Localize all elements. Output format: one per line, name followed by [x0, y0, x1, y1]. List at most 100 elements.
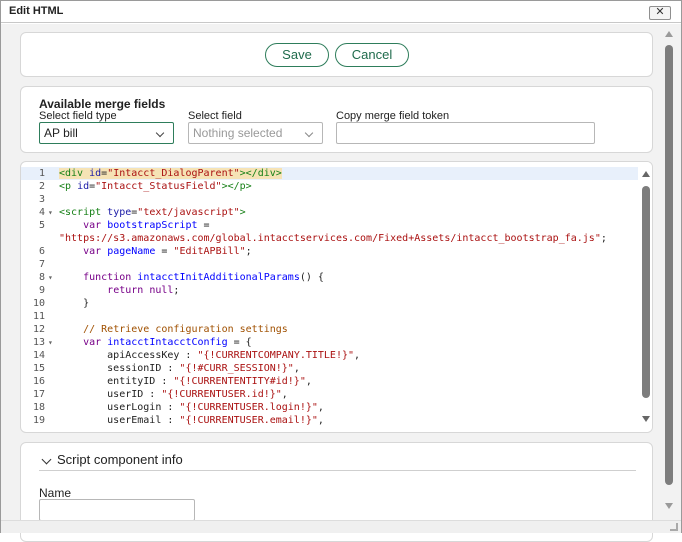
merge-fields-heading: Available merge fields	[39, 97, 166, 111]
code-token: userID :	[59, 389, 162, 400]
code-text: <div id="Intacct_DialogParent"></div>	[59, 167, 282, 180]
line-number: 7	[38, 259, 45, 270]
line-number: 17	[32, 389, 45, 400]
dialog-scrollbar[interactable]	[662, 25, 676, 518]
fold-toggle-icon[interactable]: ▾	[48, 271, 53, 284]
line-number: 12	[32, 324, 45, 335]
code-line[interactable]: 10 }	[21, 297, 638, 310]
code-text: sessionID : "{!#CURR_SESSION!}",	[59, 362, 300, 375]
merge-token-field[interactable]	[336, 122, 595, 144]
chevron-down-icon[interactable]	[41, 454, 52, 465]
token-label: Copy merge field token	[336, 110, 450, 122]
scroll-up-icon[interactable]	[665, 31, 673, 37]
code-editor-card: 1 <div id="Intacct_DialogParent"></div> 2 <…	[20, 161, 653, 433]
dialog-titlebar: Edit HTML ✕	[1, 1, 681, 23]
code-token: id	[89, 168, 102, 179]
save-button[interactable]: Save	[265, 43, 329, 67]
close-button[interactable]: ✕	[649, 6, 671, 20]
code-text: userLogin : "{!CURRENTUSER.login!}",	[59, 401, 324, 414]
code-token: var	[83, 337, 102, 348]
code-line[interactable]: 1 <div id="Intacct_DialogParent"></div>	[21, 167, 638, 180]
code-token: "text/javascript"	[137, 207, 240, 218]
line-number: 11	[32, 311, 45, 322]
code-token: "{!CURRENTCOMPANY.TITLE!}"	[197, 350, 355, 361]
code-token: null	[149, 285, 174, 296]
code-token: ,	[305, 376, 312, 387]
code-token: }	[59, 298, 90, 309]
select-field-value: Nothing selected	[193, 126, 283, 140]
name-field[interactable]	[39, 499, 195, 521]
code-line[interactable]: 16 entityID : "{!CURRENTENTITY#id!}",	[21, 375, 638, 388]
code-token: "{!CURRENTENTITY#id!}"	[173, 376, 306, 387]
code-line[interactable]: 12 // Retrieve configuration settings	[21, 323, 638, 336]
cancel-button[interactable]: Cancel	[335, 43, 409, 67]
line-number: 1	[38, 168, 45, 179]
code-text: <script type="text/javascript">	[59, 206, 246, 219]
code-token: ;	[600, 233, 607, 244]
code-text: apiAccessKey : "{!CURRENTCOMPANY.TITLE!}…	[59, 349, 360, 362]
code-line[interactable]: "https://s3.amazonaws.com/global.intacct…	[21, 232, 638, 245]
merge-fields-card: Available merge fields Select field type…	[20, 86, 653, 153]
code-scrollbar-thumb[interactable]	[642, 186, 650, 398]
code-line[interactable]: 15 sessionID : "{!#CURR_SESSION!}",	[21, 362, 638, 375]
code-text: function intacctInitAdditionalParams() {	[59, 271, 324, 284]
code-token: var	[83, 246, 102, 257]
code-token: ,	[317, 402, 324, 413]
code-line[interactable]: 14 apiAccessKey : "{!CURRENTCOMPANY.TITL…	[21, 349, 638, 362]
code-text: userEmail : "{!CURRENTUSER.email!}",	[59, 414, 324, 427]
fold-toggle-icon[interactable]: ▾	[48, 336, 53, 349]
code-token: "Intacct_DialogParent"	[107, 168, 240, 179]
line-number: 15	[32, 363, 45, 374]
code-token: "Intacct_StatusField"	[95, 181, 222, 192]
code-token: <script	[59, 207, 108, 218]
code-line[interactable]: 18 userLogin : "{!CURRENTUSER.login!}",	[21, 401, 638, 414]
line-number: 13	[32, 337, 45, 348]
code-text: // Retrieve configuration settings	[59, 323, 288, 336]
code-line[interactable]: 4 ▾ <script type="text/javascript">	[21, 206, 638, 219]
code-token: type	[107, 207, 132, 218]
chevron-down-icon	[304, 128, 314, 138]
code-line[interactable]: 13 ▾ var intacctIntacctConfig = {	[21, 336, 638, 349]
scrollbar-thumb[interactable]	[665, 45, 673, 485]
script-info-header[interactable]: Script component info	[39, 452, 636, 471]
code-token: ;	[173, 285, 180, 296]
code-token: ></div>	[239, 168, 282, 179]
code-line[interactable]: 9 return null;	[21, 284, 638, 297]
code-token: intacctIntacctConfig	[107, 337, 228, 348]
fold-toggle-icon[interactable]: ▾	[48, 206, 53, 219]
select-field-label: Select field	[188, 110, 242, 122]
code-text: userID : "{!CURRENTUSER.id!}",	[59, 388, 288, 401]
scroll-down-icon[interactable]	[665, 503, 673, 509]
select-field-dropdown[interactable]: Nothing selected	[188, 122, 323, 144]
code-line[interactable]: 17 userID : "{!CURRENTUSER.id!}",	[21, 388, 638, 401]
code-text: "https://s3.amazonaws.com/global.intacct…	[59, 232, 607, 245]
code-token: var	[83, 220, 102, 231]
code-line[interactable]: 8 ▾ function intacctInitAdditionalParams(…	[21, 271, 638, 284]
code-line[interactable]: 19 userEmail : "{!CURRENTUSER.email!}",	[21, 414, 638, 427]
scroll-down-icon[interactable]	[642, 416, 650, 422]
code-text: var pageName = "EditAPBill";	[59, 245, 252, 258]
line-number: 3	[38, 194, 45, 205]
code-scrollbar[interactable]	[638, 162, 652, 432]
field-type-label: Select field type	[39, 110, 117, 122]
code-line[interactable]: 5 var bootstrapScript =	[21, 219, 638, 232]
code-line[interactable]: 2 <p id="Intacct_StatusField"></p>	[21, 180, 638, 193]
code-line[interactable]: 7	[21, 258, 638, 271]
code-token: >	[239, 207, 246, 218]
code-token: =	[197, 220, 210, 231]
resize-grip-icon[interactable]	[670, 523, 678, 531]
scroll-up-icon[interactable]	[642, 171, 650, 177]
code-editor[interactable]: 1 <div id="Intacct_DialogParent"></div> 2 <…	[21, 162, 638, 432]
field-type-select[interactable]: AP bill	[39, 122, 174, 144]
code-token: id	[77, 181, 90, 192]
code-token: "{!CURRENTUSER.email!}"	[179, 415, 318, 426]
code-line[interactable]: 11	[21, 310, 638, 323]
line-number: 6	[38, 246, 45, 257]
code-token: ,	[317, 415, 324, 426]
code-line[interactable]: 3	[21, 193, 638, 206]
code-line[interactable]: 6 var pageName = "EditAPBill";	[21, 245, 638, 258]
code-token: return	[107, 285, 144, 296]
